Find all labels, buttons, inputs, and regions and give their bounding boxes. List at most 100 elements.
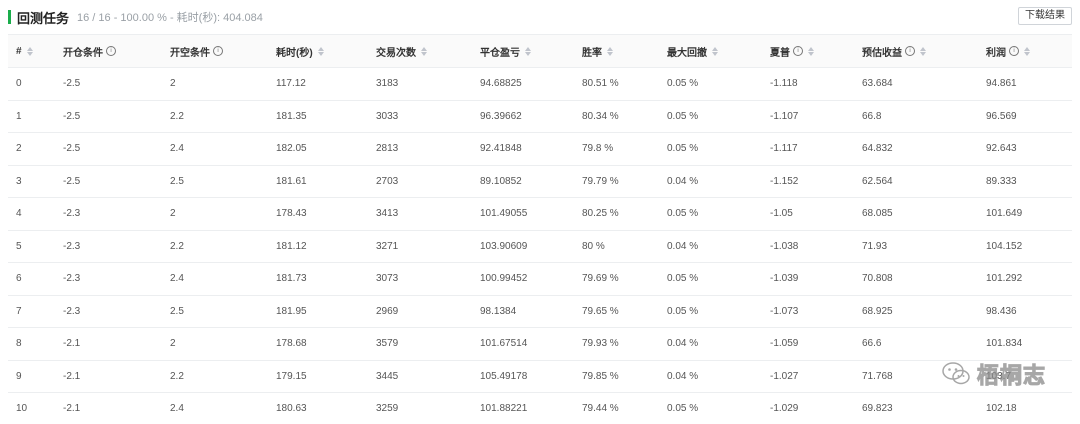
table-cell: 2969 xyxy=(368,295,472,328)
table-cell: 7 xyxy=(8,295,55,328)
table-cell: 2.5 xyxy=(162,165,268,198)
table-cell: 182.05 xyxy=(268,132,368,166)
table-cell: 0.05 % xyxy=(659,295,762,328)
table-cell: 0.04 % xyxy=(659,327,762,361)
column-header-5[interactable]: 平仓盈亏 xyxy=(472,34,574,68)
table-cell: 66.6 xyxy=(854,327,978,361)
table-cell: -2.3 xyxy=(55,295,162,328)
sort-ascending-icon[interactable] xyxy=(525,46,531,51)
table-cell: 103.90609 xyxy=(472,230,574,263)
table-cell: -2.1 xyxy=(55,327,162,361)
sort-ascending-icon[interactable] xyxy=(920,46,926,51)
sort-icon[interactable] xyxy=(317,46,324,56)
column-header-6[interactable]: 胜率 xyxy=(574,34,659,68)
download-results-button[interactable]: 下载结果 xyxy=(1018,7,1072,25)
sort-ascending-icon[interactable] xyxy=(712,46,718,51)
table-cell: 8 xyxy=(8,327,55,361)
info-icon[interactable]: i xyxy=(793,46,803,56)
sort-ascending-icon[interactable] xyxy=(1024,46,1030,51)
sort-descending-icon[interactable] xyxy=(421,51,427,56)
table-cell: 117.12 xyxy=(268,67,368,101)
table-cell: 6 xyxy=(8,262,55,296)
sort-ascending-icon[interactable] xyxy=(26,46,33,51)
sort-descending-icon[interactable] xyxy=(1024,51,1030,56)
table-cell: 2.2 xyxy=(162,100,268,133)
sort-ascending-icon[interactable] xyxy=(808,46,814,51)
table-cell: 2.2 xyxy=(162,360,268,393)
table-cell: 3183 xyxy=(368,67,472,101)
sort-descending-icon[interactable] xyxy=(920,51,926,56)
table-cell: 2.4 xyxy=(162,392,268,424)
column-header-7[interactable]: 最大回撤 xyxy=(659,34,762,68)
table-cell: -1.118 xyxy=(762,67,854,101)
sort-descending-icon[interactable] xyxy=(712,51,718,56)
table-cell: 101.649 xyxy=(978,197,1072,231)
sort-descending-icon[interactable] xyxy=(26,51,33,56)
table-cell: -2.5 xyxy=(55,132,162,166)
column-header-label: 夏普 xyxy=(770,47,790,59)
column-header-10[interactable]: 利润 i xyxy=(978,34,1072,68)
sort-descending-icon[interactable] xyxy=(808,51,814,56)
info-icon[interactable]: i xyxy=(106,46,116,56)
table-cell: -2.1 xyxy=(55,392,162,424)
progress-summary: 16 / 16 - 100.00 % - 耗时(秒): 404.084 xyxy=(77,12,263,24)
sort-descending-icon[interactable] xyxy=(525,51,531,56)
table-cell: 101.834 xyxy=(978,327,1072,361)
column-header-label: 预估收益 xyxy=(862,47,902,59)
sort-icon[interactable] xyxy=(525,46,531,56)
info-icon[interactable]: i xyxy=(1009,46,1019,56)
sort-icon[interactable] xyxy=(808,46,814,56)
table-cell: 5 xyxy=(8,230,55,263)
table-cell: 103.7 xyxy=(978,360,1072,393)
column-header-content: 平仓盈亏 xyxy=(480,44,531,59)
column-header-content: 胜率 xyxy=(582,44,613,59)
table-cell: 0.05 % xyxy=(659,392,762,424)
table-cell: -1.117 xyxy=(762,132,854,166)
results-table: # 开仓条件 i 开空条件 i 耗时(秒) 交易次数 平仓盈亏 胜率 最大回撤 夏普 i 预估收益 i 利润… xyxy=(8,34,1072,424)
sort-icon[interactable] xyxy=(421,46,427,56)
table-cell: 79.8 % xyxy=(574,132,659,166)
table-cell: 181.35 xyxy=(268,100,368,133)
table-cell: 181.95 xyxy=(268,295,368,328)
sort-ascending-icon[interactable] xyxy=(317,46,324,51)
sort-descending-icon[interactable] xyxy=(607,51,613,56)
table-cell: 92.41848 xyxy=(472,132,574,166)
info-icon[interactable]: i xyxy=(213,46,223,56)
table-cell: 96.39662 xyxy=(472,100,574,133)
sort-icon[interactable] xyxy=(26,46,33,56)
column-header-1: 开仓条件 i xyxy=(55,34,162,68)
table-cell: 104.152 xyxy=(978,230,1072,263)
sort-ascending-icon[interactable] xyxy=(607,46,613,51)
info-icon[interactable]: i xyxy=(905,46,915,56)
table-row: 10 -2.1 2.4 180.63 3259 101.88221 79.44 % 0.05 … xyxy=(8,392,1072,424)
sort-ascending-icon[interactable] xyxy=(421,46,427,51)
sort-descending-icon[interactable] xyxy=(317,51,324,56)
sort-icon[interactable] xyxy=(607,46,613,56)
table-cell: 0.05 % xyxy=(659,262,762,296)
table-row: 4 -2.3 2 178.43 3413 101.49055 80.25 % 0.05 % -1… xyxy=(8,197,1072,231)
table-cell: 79.93 % xyxy=(574,327,659,361)
table-cell: 2.5 xyxy=(162,295,268,328)
table-cell: 80 % xyxy=(574,230,659,263)
sort-icon[interactable] xyxy=(920,46,926,56)
column-header-3[interactable]: 耗时(秒) xyxy=(268,34,368,68)
column-header-2: 开空条件 i xyxy=(162,34,268,68)
column-header-8[interactable]: 夏普 i xyxy=(762,34,854,68)
column-header-9[interactable]: 预估收益 i xyxy=(854,34,978,68)
sort-icon[interactable] xyxy=(712,46,718,56)
table-row: 1 -2.5 2.2 181.35 3033 96.39662 80.34 % 0.05 % -… xyxy=(8,100,1072,133)
table-cell: 102.18 xyxy=(978,392,1072,424)
table-row: 0 -2.5 2 117.12 3183 94.68825 80.51 % 0.05 % -1.… xyxy=(8,67,1072,101)
table-cell: 3259 xyxy=(368,392,472,424)
table-cell: 80.34 % xyxy=(574,100,659,133)
sort-icon[interactable] xyxy=(1024,46,1030,56)
column-header-label: 耗时(秒) xyxy=(276,47,313,59)
table-cell: 0.04 % xyxy=(659,360,762,393)
table-row: 8 -2.1 2 178.68 3579 101.67514 79.93 % 0.04 % -1… xyxy=(8,327,1072,361)
column-header-4[interactable]: 交易次数 xyxy=(368,34,472,68)
table-cell: 0 xyxy=(8,67,55,101)
column-header-0[interactable]: # xyxy=(8,34,55,68)
table-cell: 2 xyxy=(162,197,268,231)
table-row: 7 -2.3 2.5 181.95 2969 98.1384 79.65 % 0.05 % -1… xyxy=(8,295,1072,328)
column-header-label: 胜率 xyxy=(582,47,602,59)
